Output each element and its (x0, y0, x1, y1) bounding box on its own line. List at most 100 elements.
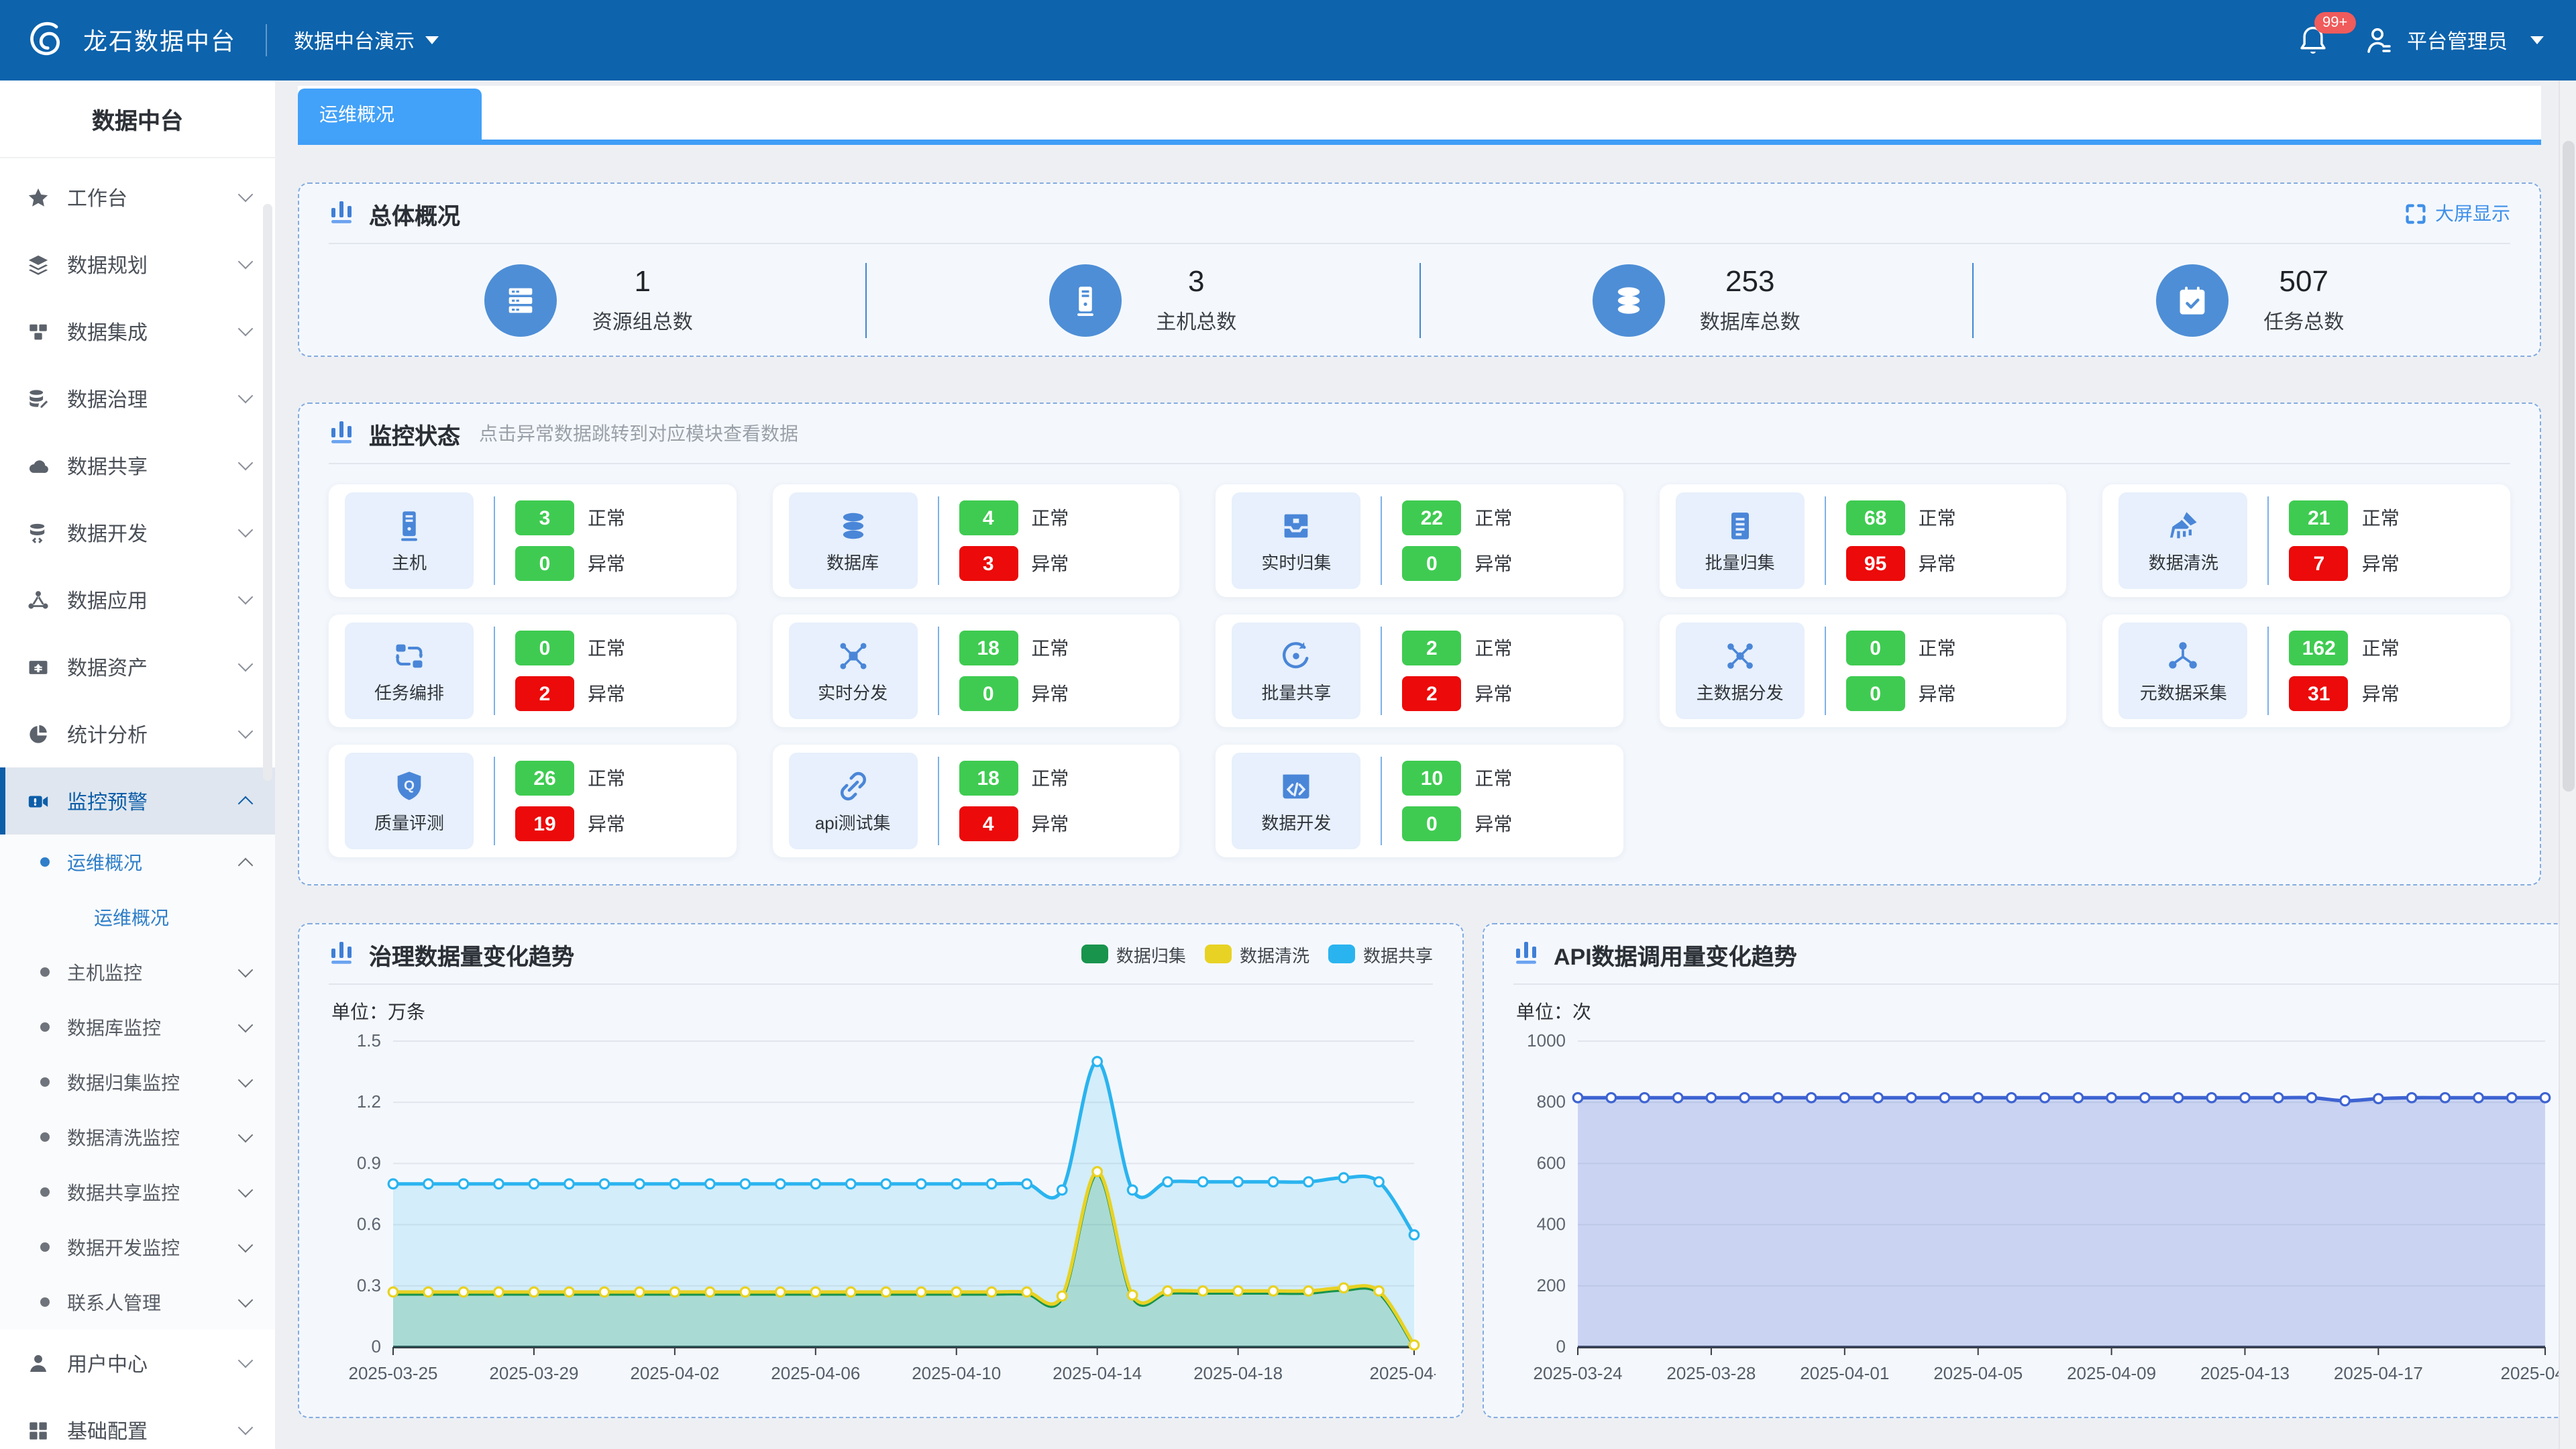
abnormal-count-badge[interactable]: 4 (959, 806, 1018, 841)
sidebar-item-monitor-camera[interactable]: 监控预警 (0, 767, 275, 835)
normal-label: 正常 (1919, 504, 1956, 531)
monitor-subtitle: 点击异常数据跳转到对应模块查看数据 (479, 420, 798, 447)
fullscreen-label: 大屏显示 (2435, 200, 2510, 227)
normal-count-badge[interactable]: 0 (515, 631, 574, 665)
sidebar-item-cubes[interactable]: 数据集成 (0, 298, 275, 365)
sidebar-subitem-7[interactable]: 联系人管理 (0, 1275, 275, 1330)
monitor-card-iconbox: 主数据分发 (1676, 623, 1805, 719)
abnormal-count-badge[interactable]: 3 (959, 546, 1018, 581)
sidebar-subsubitem-ops-overview[interactable]: 运维概况 (0, 890, 275, 945)
fullscreen-button[interactable]: 大屏显示 (2406, 200, 2510, 227)
chevron-down-icon (238, 590, 254, 605)
sidebar-subitem-label: 数据共享监控 (67, 1179, 240, 1205)
sidebar-item-star[interactable]: 工作台 (0, 164, 275, 231)
legend-item[interactable]: 数据共享 (1328, 941, 1433, 967)
sidebar-subitem-3[interactable]: 数据归集监控 (0, 1055, 275, 1110)
sidebar-item-layers[interactable]: 数据规划 (0, 231, 275, 298)
normal-count-badge[interactable]: 4 (959, 500, 1018, 535)
host-total-icon (1049, 264, 1121, 336)
monitor-card-label: 主机 (392, 548, 427, 574)
workspace-label: 数据中台演示 (294, 26, 415, 54)
abnormal-count-badge[interactable]: 7 (2290, 546, 2349, 581)
legend-item[interactable]: 数据归集 (1081, 941, 1186, 967)
sidebar-item-label: 基础配置 (67, 1416, 240, 1444)
monitor-card-iconbox: 任务编排 (345, 623, 474, 719)
normal-count-badge[interactable]: 18 (959, 761, 1018, 796)
tab-ops-overview[interactable]: 运维概况 (298, 89, 482, 140)
svg-text:2025-03-29: 2025-03-29 (489, 1363, 578, 1383)
card-divider (494, 496, 495, 585)
app-title: 龙石数据中台 (83, 23, 236, 58)
monitor-card-label: 批量归集 (1705, 548, 1775, 574)
sidebar-item-label: 数据规划 (67, 250, 240, 278)
normal-count-badge[interactable]: 10 (1402, 761, 1461, 796)
chevron-down-icon (238, 254, 254, 270)
abnormal-count-badge[interactable]: 31 (2290, 676, 2349, 711)
normal-count-badge[interactable]: 162 (2290, 631, 2349, 665)
sidebar-subitem-0[interactable]: 运维概况 (0, 835, 275, 890)
abnormal-count-badge[interactable]: 0 (1402, 546, 1461, 581)
svg-text:1.2: 1.2 (357, 1091, 381, 1112)
stat-task-total: 507任务总数 (1974, 264, 2527, 336)
sidebar-item-pie-chart[interactable]: 统计分析 (0, 700, 275, 767)
normal-count-badge[interactable]: 18 (959, 631, 1018, 665)
normal-count-badge[interactable]: 26 (515, 761, 574, 796)
sidebar-subitem-label: 数据开发监控 (67, 1234, 240, 1260)
abnormal-count-badge[interactable]: 2 (515, 676, 574, 711)
svg-text:0.6: 0.6 (357, 1214, 381, 1234)
monitor-card-quality-test: Q质量评测26正常19异常 (329, 745, 736, 857)
normal-count-badge[interactable]: 21 (2290, 500, 2349, 535)
notifications-button[interactable]: 99+ (2298, 24, 2328, 56)
sidebar-subitem-4[interactable]: 数据清洗监控 (0, 1110, 275, 1165)
monitor-card-realtime-collect: 实时归集22正常0异常 (1216, 484, 1623, 597)
overview-panel: 总体概况 大屏显示 1资源组总数3主机总数253数据库总数507任务总数 (298, 182, 2541, 357)
master-data-distribute-icon (1723, 638, 1758, 673)
sidebar-item-label: 数据治理 (67, 384, 240, 413)
abnormal-count-badge[interactable]: 0 (1846, 676, 1905, 711)
abnormal-count-badge[interactable]: 19 (515, 806, 574, 841)
grid-icon (27, 1419, 50, 1442)
normal-label: 正常 (2362, 635, 2400, 661)
normal-count-badge[interactable]: 0 (1846, 631, 1905, 665)
svg-text:1000: 1000 (1527, 1030, 1566, 1051)
chevron-down-icon (238, 1292, 254, 1307)
abnormal-count-badge[interactable]: 2 (1402, 676, 1461, 711)
monitor-card-label: 数据开发 (1261, 808, 1331, 834)
sidebar-item-data-governance[interactable]: 数据治理 (0, 365, 275, 432)
window-scrollbar-thumb[interactable] (2563, 141, 2575, 792)
quality-test-icon: Q (392, 768, 427, 803)
sidebar-item-asset-card[interactable]: 数据资产 (0, 633, 275, 700)
monitor-card-batch-collect: 批量归集68正常95异常 (1660, 484, 2067, 597)
normal-count-badge[interactable]: 68 (1846, 500, 1905, 535)
sidebar-scrollbar[interactable] (263, 204, 272, 781)
normal-count-badge[interactable]: 3 (515, 500, 574, 535)
sidebar-item-app-nodes[interactable]: 数据应用 (0, 566, 275, 633)
window-scrollbar[interactable] (2559, 80, 2576, 1449)
sidebar-subitem-6[interactable]: 数据开发监控 (0, 1220, 275, 1275)
sidebar-subitem-1[interactable]: 主机监控 (0, 945, 275, 1000)
abnormal-count-badge[interactable]: 0 (515, 546, 574, 581)
sidebar-subitem-2[interactable]: 数据库监控 (0, 1000, 275, 1055)
normal-count-badge[interactable]: 22 (1402, 500, 1461, 535)
monitor-card-iconbox: 实时归集 (1232, 492, 1360, 589)
card-divider (937, 496, 938, 585)
sidebar-subitem-label: 数据库监控 (67, 1014, 240, 1040)
sidebar-item-user[interactable]: 用户中心 (0, 1330, 275, 1397)
sidebar-item-grid[interactable]: 基础配置 (0, 1397, 275, 1449)
sidebar-item-cloud-share[interactable]: 数据共享 (0, 432, 275, 499)
user-menu[interactable]: 平台管理员 (2363, 24, 2544, 56)
sidebar-subitem-5[interactable]: 数据共享监控 (0, 1165, 275, 1220)
sidebar-item-database-code[interactable]: 数据开发 (0, 499, 275, 566)
monitor-card-label: 批量共享 (1261, 678, 1331, 704)
legend-item[interactable]: 数据清洗 (1205, 941, 1309, 967)
workspace-selector[interactable]: 数据中台演示 (294, 26, 439, 54)
normal-count-badge[interactable]: 2 (1402, 631, 1461, 665)
abnormal-count-badge[interactable]: 0 (1402, 806, 1461, 841)
card-divider (2268, 496, 2269, 585)
chevron-down-icon (238, 724, 254, 739)
abnormal-label: 异常 (588, 810, 625, 837)
chevron-down-icon (238, 187, 254, 203)
sidebar-item-label: 监控预警 (67, 787, 240, 815)
abnormal-count-badge[interactable]: 95 (1846, 546, 1905, 581)
abnormal-count-badge[interactable]: 0 (959, 676, 1018, 711)
